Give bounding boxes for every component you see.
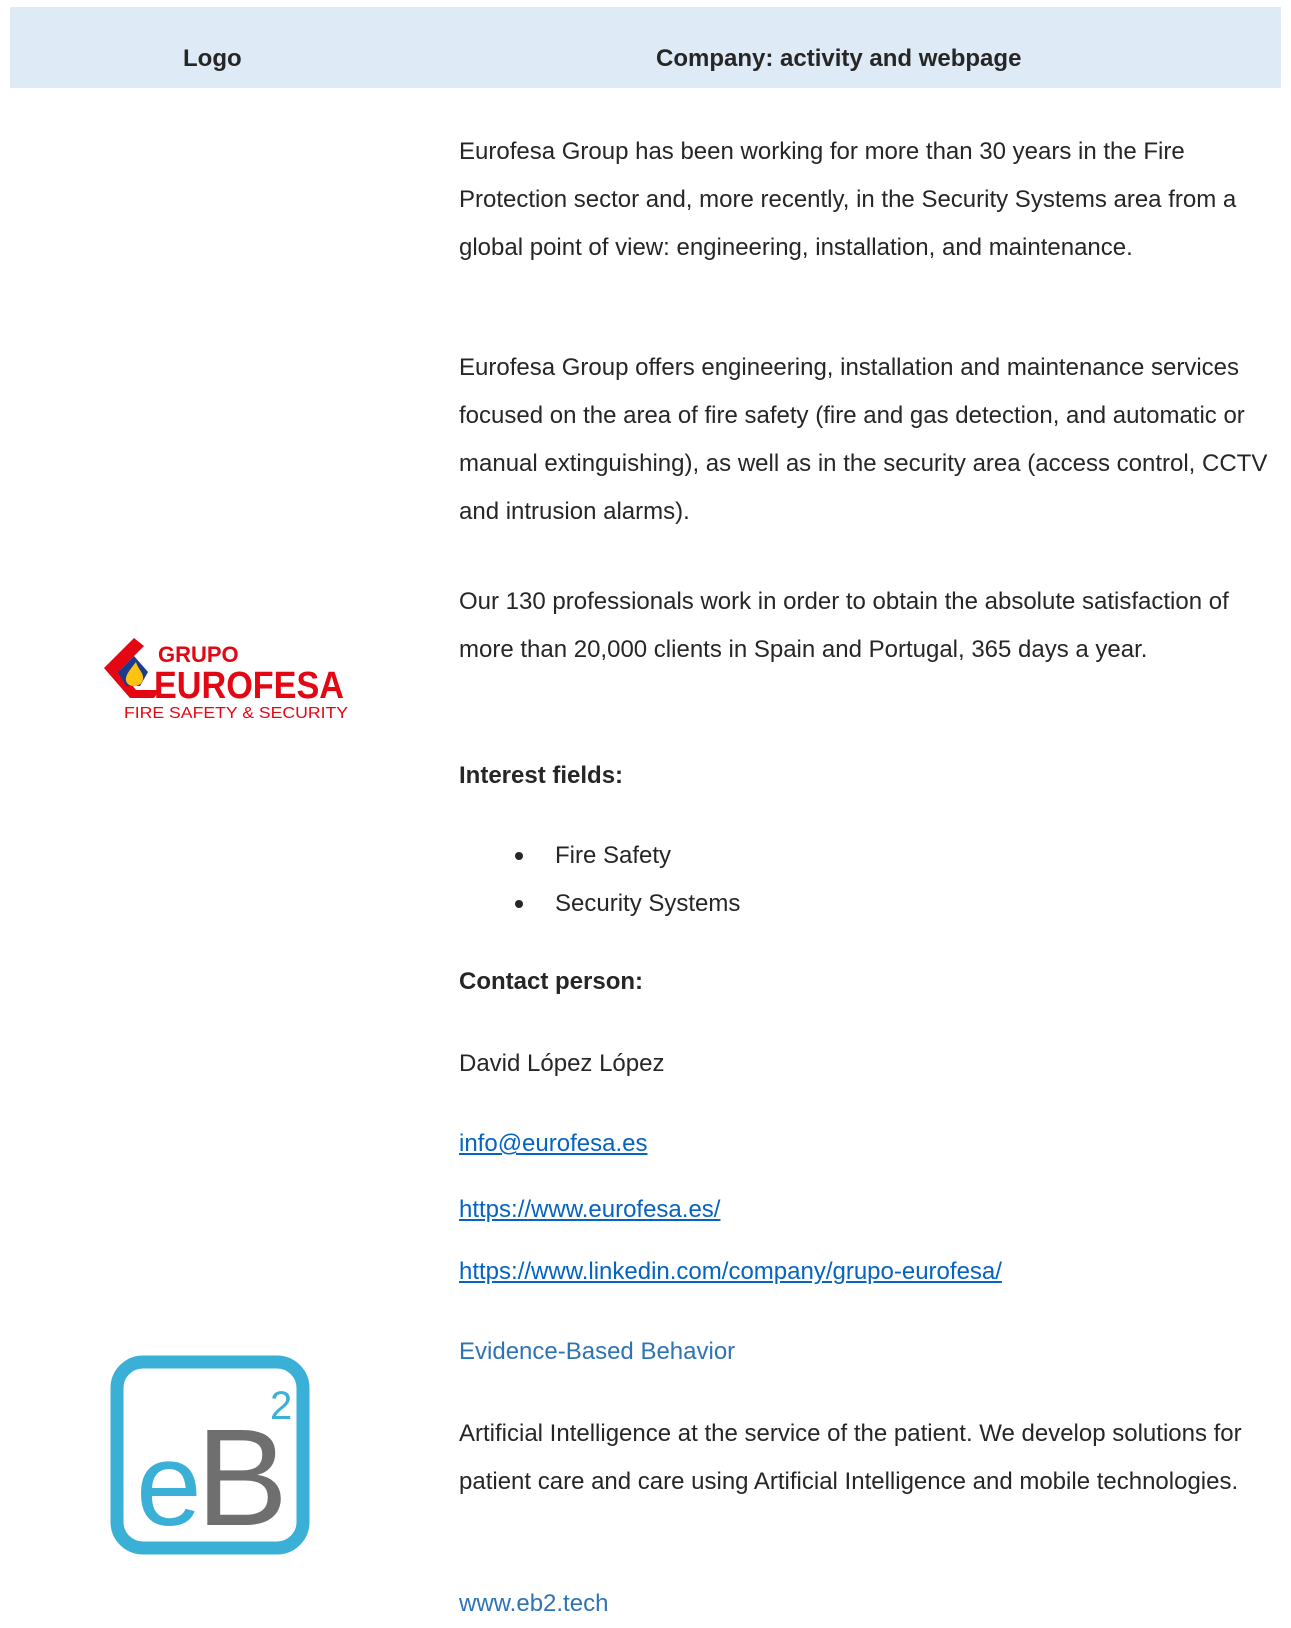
list-item: Security Systems: [459, 880, 740, 928]
contact-person-name: David López López: [459, 1050, 665, 1077]
eurofesa-paragraph-3: Our 130 professionals work in order to o…: [459, 588, 1229, 663]
logo-superscript-2: 2: [270, 1384, 292, 1428]
eb2-logo: e B 2: [110, 1355, 310, 1555]
interest-fields-label: Interest fields:: [459, 762, 624, 789]
logo-text-eurofesa: EUROFESA: [154, 665, 344, 707]
linkedin-link[interactable]: https://www.linkedin.com/company/grupo-e…: [459, 1248, 1002, 1296]
table-header-row: Logo Company: activity and webpage: [10, 7, 1281, 88]
logo-letter-e: e: [136, 1419, 202, 1551]
logo-text-grupo: GRUPO: [158, 642, 239, 667]
header-logo-column: Logo: [183, 45, 242, 72]
interest-fields-list: Fire Safety Security Systems: [459, 832, 740, 928]
list-item: Fire Safety: [459, 832, 740, 880]
eurofesa-logo: GRUPO EUROFESA FIRE SAFETY & SECURITY: [104, 638, 348, 722]
logo-text-tagline: FIRE SAFETY & SECURITY: [124, 705, 348, 722]
email-link[interactable]: info@eurofesa.es: [459, 1120, 647, 1168]
eb2-description: Artificial Intelligence at the service o…: [459, 1420, 1242, 1495]
eurofesa-paragraph-1: Eurofesa Group has been working for more…: [459, 138, 1237, 261]
contact-person-label: Contact person:: [459, 968, 644, 995]
website-link[interactable]: https://www.eurofesa.es/: [459, 1186, 720, 1234]
eurofesa-paragraph-2: Eurofesa Group offers engineering, insta…: [459, 354, 1268, 525]
eb2-company-name: Evidence-Based Behavior: [459, 1338, 736, 1365]
header-company-column: Company: activity and webpage: [656, 45, 1022, 72]
